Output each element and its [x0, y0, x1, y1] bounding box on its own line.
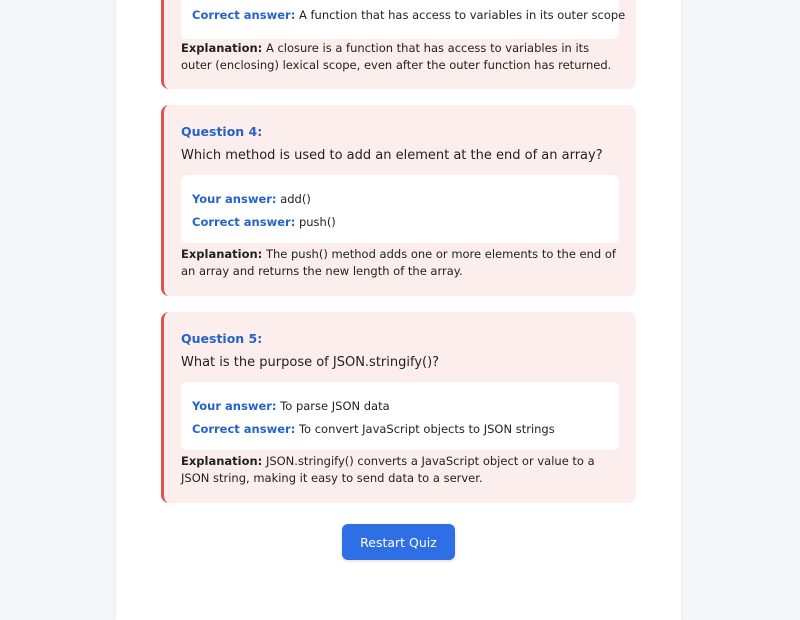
- question-card-3: Correct answer: A function that has acce…: [161, 0, 636, 89]
- correct-answer-value: A function that has access to variables …: [298, 8, 626, 22]
- correct-answer-value: To convert JavaScript objects to JSON st…: [298, 422, 555, 436]
- explanation-label: Explanation:: [181, 454, 263, 468]
- correct-answer-row: Correct answer: To convert JavaScript ob…: [192, 422, 555, 436]
- question-card-5: Question 5: What is the purpose of JSON.…: [161, 312, 636, 503]
- your-answer-value: add(): [280, 192, 311, 206]
- explanation-label: Explanation:: [181, 41, 263, 55]
- explanation: Explanation: The push() method adds one …: [181, 246, 620, 280]
- correct-answer-label: Correct answer:: [192, 8, 296, 22]
- explanation-label: Explanation:: [181, 247, 263, 261]
- your-answer-row: Your answer: add(): [192, 192, 311, 206]
- question-text: What is the purpose of JSON.stringify()?: [181, 355, 440, 370]
- restart-quiz-button[interactable]: Restart Quiz: [342, 524, 455, 560]
- explanation: Explanation: JSON.stringify() converts a…: [181, 453, 620, 487]
- your-answer-label: Your answer:: [192, 399, 277, 413]
- question-label: Question 4:: [181, 124, 263, 139]
- question-text: Which method is used to add an element a…: [181, 148, 603, 163]
- question-card-4: Question 4: Which method is used to add …: [161, 105, 636, 296]
- correct-answer-label: Correct answer:: [192, 215, 296, 229]
- question-label: Question 5:: [181, 331, 263, 346]
- explanation: Explanation: A closure is a function tha…: [181, 40, 620, 74]
- correct-answer-value: push(): [298, 215, 336, 229]
- your-answer-label: Your answer:: [192, 192, 277, 206]
- answers-box: Correct answer: A function that has acce…: [181, 0, 625, 39]
- your-answer-row: Your answer: To parse JSON data: [192, 399, 390, 413]
- your-answer-value: To parse JSON data: [280, 399, 390, 413]
- answers-box: Your answer: add() Correct answer: push(…: [181, 175, 619, 243]
- correct-answer-label: Correct answer:: [192, 422, 296, 436]
- correct-answer-row: Correct answer: A function that has acce…: [192, 8, 625, 22]
- answers-box: Your answer: To parse JSON data Correct …: [181, 382, 619, 450]
- correct-answer-row: Correct answer: push(): [192, 215, 336, 229]
